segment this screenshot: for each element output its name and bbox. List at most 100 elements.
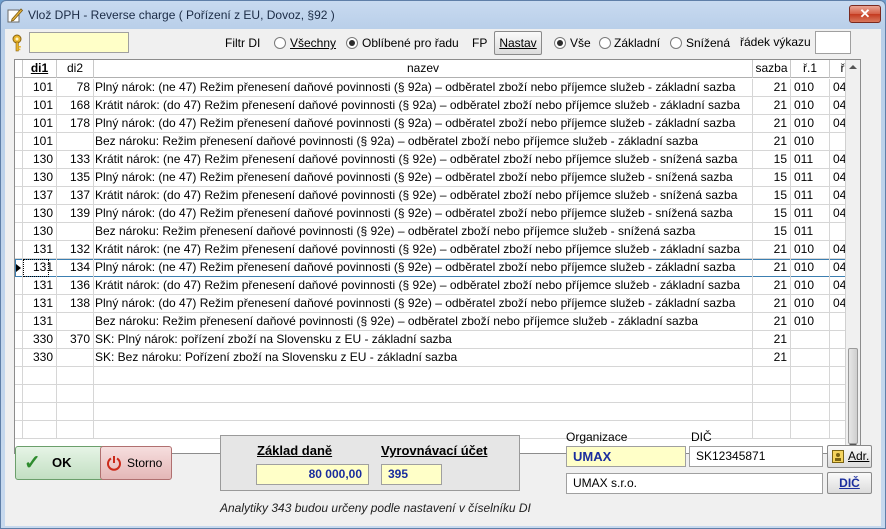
cell-sazba[interactable]: 21 xyxy=(753,277,791,295)
cell-r1[interactable]: 010 xyxy=(791,259,830,277)
cell-r1[interactable]: 010 xyxy=(791,295,830,313)
cell-di2[interactable]: 178 xyxy=(57,115,94,133)
filter-all-radio[interactable] xyxy=(274,37,286,49)
cell-di2[interactable]: 139 xyxy=(57,205,94,223)
cell-sazba[interactable]: 21 xyxy=(753,115,791,133)
row-indicator[interactable] xyxy=(15,133,23,151)
cell-nazev[interactable]: SK: Bez nároku: Pořízení zboží na Sloven… xyxy=(94,349,753,367)
table-row[interactable]: 131 138 Plný nárok: (do 47) Režim přenesen… xyxy=(15,295,860,313)
cell-r1[interactable]: 011 xyxy=(791,187,830,205)
row-indicator[interactable] xyxy=(15,295,23,313)
cell-di1[interactable]: 130 xyxy=(23,205,57,223)
rate-reduced-radio[interactable] xyxy=(670,37,682,49)
cell-nazev[interactable]: Krátit nárok: (ne 47) Režim přenesení da… xyxy=(94,151,753,169)
cell-di1[interactable]: 137 xyxy=(23,187,57,205)
storno-button[interactable]: Storno xyxy=(100,446,172,480)
cell-r1[interactable] xyxy=(791,367,830,385)
cell-di2[interactable] xyxy=(57,313,94,331)
cell-r1[interactable] xyxy=(791,331,830,349)
row-indicator[interactable] xyxy=(15,259,23,277)
cell-di1[interactable] xyxy=(23,385,57,403)
cell-r1[interactable]: 011 xyxy=(791,169,830,187)
table-row[interactable]: 131 136 Krátit nárok: (do 47) Režim přenes… xyxy=(15,277,860,295)
cell-nazev[interactable] xyxy=(94,367,753,385)
cell-nazev[interactable]: Plný nárok: (do 47) Režim přenesení daňo… xyxy=(94,295,753,313)
scroll-up-arrow-icon[interactable] xyxy=(849,65,857,69)
cell-di2[interactable] xyxy=(57,133,94,151)
cell-r1[interactable]: 010 xyxy=(791,133,830,151)
table-row[interactable]: 130 139 Plný nárok: (do 47) Režim přenesen… xyxy=(15,205,860,223)
cell-di2[interactable]: 132 xyxy=(57,241,94,259)
cell-r1[interactable]: 010 xyxy=(791,277,830,295)
cell-sazba[interactable]: 21 xyxy=(753,331,791,349)
filter-favorite-label[interactable]: Oblíbené pro řadu xyxy=(362,36,459,50)
cell-di1[interactable]: 131 xyxy=(23,241,57,259)
cell-di1[interactable] xyxy=(23,421,57,439)
cell-di2[interactable]: 168 xyxy=(57,97,94,115)
cell-r1[interactable]: 010 xyxy=(791,115,830,133)
cell-di1[interactable]: 131 xyxy=(23,295,57,313)
organization-code-field[interactable]: UMAX xyxy=(566,446,686,467)
cell-di1[interactable]: 130 xyxy=(23,223,57,241)
row-indicator[interactable] xyxy=(15,367,23,385)
cell-nazev[interactable]: Plný nárok: (ne 47) Režim přenesení daňo… xyxy=(94,79,753,97)
table-row[interactable]: 101 78 Plný nárok: (ne 47) Režim přenesení… xyxy=(15,79,860,97)
dic-field[interactable]: SK12345871 xyxy=(689,446,823,467)
cell-sazba[interactable]: 21 xyxy=(753,313,791,331)
cell-r1[interactable]: 010 xyxy=(791,313,830,331)
cell-sazba[interactable]: 21 xyxy=(753,133,791,151)
set-button[interactable]: Nastav xyxy=(494,31,542,55)
table-row[interactable]: 131 132 Krátit nárok: (ne 47) Režim přenes… xyxy=(15,241,860,259)
cell-sazba[interactable]: 21 xyxy=(753,349,791,367)
cell-nazev[interactable]: Bez nároku: Režim přenesení daňové povin… xyxy=(94,313,753,331)
cell-nazev[interactable]: Krátit nárok: (do 47) Režim přenesení da… xyxy=(94,277,753,295)
row-indicator[interactable] xyxy=(15,241,23,259)
cell-sazba[interactable] xyxy=(753,421,791,439)
cell-nazev[interactable]: Bez nároku: Režim přenesení daňové povin… xyxy=(94,223,753,241)
table-row[interactable]: 131 134 Plný nárok: (ne 47) Režim přenesen… xyxy=(15,259,860,277)
scrollbar-thumb[interactable] xyxy=(848,348,858,444)
cell-sazba[interactable]: 21 xyxy=(753,259,791,277)
rate-basic-radio[interactable] xyxy=(599,37,611,49)
row-indicator[interactable] xyxy=(15,277,23,295)
table-row[interactable]: 130 133 Krátit nárok: (ne 47) Režim přenes… xyxy=(15,151,860,169)
table-row[interactable] xyxy=(15,403,860,421)
cell-di1[interactable]: 101 xyxy=(23,115,57,133)
cell-di2[interactable] xyxy=(57,367,94,385)
cell-sazba[interactable]: 15 xyxy=(753,169,791,187)
cell-r1[interactable] xyxy=(791,385,830,403)
cell-di2[interactable]: 138 xyxy=(57,295,94,313)
table-row[interactable]: 101 Bez nároku: Režim přenesení daňové po… xyxy=(15,133,860,151)
cell-sazba[interactable]: 15 xyxy=(753,223,791,241)
table-row[interactable]: 131 Bez nároku: Režim přenesení daňové po… xyxy=(15,313,860,331)
cell-sazba[interactable] xyxy=(753,403,791,421)
row-indicator[interactable] xyxy=(15,169,23,187)
row-indicator[interactable] xyxy=(15,313,23,331)
row-indicator[interactable] xyxy=(15,151,23,169)
filter-all-label[interactable]: Všechny xyxy=(290,36,336,50)
row-indicator[interactable] xyxy=(15,223,23,241)
cell-nazev[interactable]: Plný nárok: (ne 47) Režim přenesení daňo… xyxy=(94,169,753,187)
cell-sazba[interactable]: 21 xyxy=(753,97,791,115)
cell-sazba[interactable] xyxy=(753,367,791,385)
cell-r1[interactable] xyxy=(791,421,830,439)
cell-di1[interactable]: 101 xyxy=(23,97,57,115)
table-row[interactable]: 130 Bez nároku: Režim přenesení daňové po… xyxy=(15,223,860,241)
rate-all-label[interactable]: Vše xyxy=(570,36,591,50)
cell-di2[interactable]: 137 xyxy=(57,187,94,205)
table-row[interactable]: 101 178 Plný nárok: (do 47) Režim přenesen… xyxy=(15,115,860,133)
table-row[interactable]: 101 168 Krátit nárok: (do 47) Režim přenes… xyxy=(15,97,860,115)
cell-di2[interactable] xyxy=(57,421,94,439)
cell-di1[interactable]: 101 xyxy=(23,79,57,97)
search-input[interactable] xyxy=(29,32,129,53)
cell-di2[interactable]: 370 xyxy=(57,331,94,349)
table-row[interactable]: 137 137 Krátit nárok: (do 47) Režim přenes… xyxy=(15,187,860,205)
filter-favorite-radio[interactable] xyxy=(346,37,358,49)
row-indicator[interactable] xyxy=(15,97,23,115)
cell-nazev[interactable]: Plný nárok: (do 47) Režim přenesení daňo… xyxy=(94,115,753,133)
row-indicator[interactable] xyxy=(15,331,23,349)
organization-name-field[interactable]: UMAX s.r.o. xyxy=(566,473,823,494)
address-button[interactable]: Adr. xyxy=(827,445,872,468)
cell-r1[interactable]: 011 xyxy=(791,205,830,223)
cell-sazba[interactable]: 21 xyxy=(753,79,791,97)
